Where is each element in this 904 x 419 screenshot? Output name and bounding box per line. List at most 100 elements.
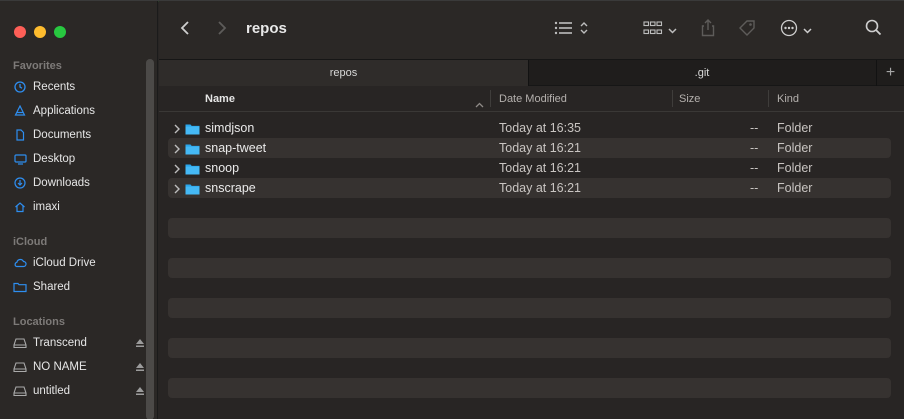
sidebar-item-applications[interactable]: Applications xyxy=(13,101,145,121)
drive-icon xyxy=(13,336,27,350)
sidebar-item-label: Desktop xyxy=(33,153,76,165)
file-name: simdjson xyxy=(205,121,255,135)
disclosure-triangle-icon[interactable] xyxy=(173,142,181,154)
table-row[interactable]: simdjson Today at 16:35 -- Folder xyxy=(168,118,891,138)
downloads-icon xyxy=(13,176,27,190)
sidebar-item-label: Shared xyxy=(33,281,71,293)
drive-icon xyxy=(13,360,27,374)
sidebar-item-label: imaxi xyxy=(33,201,60,213)
forward-button[interactable] xyxy=(214,1,230,59)
window-controls xyxy=(14,26,66,38)
new-tab-button[interactable]: + xyxy=(876,60,904,86)
file-kind: Folder xyxy=(777,141,813,155)
sidebar-item-untitled[interactable]: untitled xyxy=(13,381,145,401)
file-kind: Folder xyxy=(777,161,813,175)
tab-git[interactable]: .git xyxy=(529,60,875,86)
home-icon xyxy=(13,200,27,214)
desktop-icon xyxy=(13,152,27,166)
column-name[interactable]: Name xyxy=(205,86,235,111)
sidebar-item-transcend[interactable]: Transcend xyxy=(13,333,145,353)
column-kind-label: Kind xyxy=(777,92,800,105)
plus-icon: + xyxy=(885,64,896,81)
minimize-button[interactable] xyxy=(34,26,46,38)
sidebar-item-desktop[interactable]: Desktop xyxy=(13,149,145,169)
tab-label: repos xyxy=(329,67,358,79)
chevron-left-icon xyxy=(180,20,190,41)
list-view-icon xyxy=(554,21,574,40)
table-row[interactable]: snoop Today at 16:21 -- Folder xyxy=(168,158,891,178)
finder-window: Favorites Recents Applications Documents… xyxy=(0,0,904,419)
file-date: Today at 16:21 xyxy=(499,141,582,155)
drive-icon xyxy=(13,384,27,398)
sidebar-item-no-name[interactable]: NO NAME xyxy=(13,357,145,377)
sidebar-item-shared[interactable]: Shared xyxy=(13,277,145,297)
file-name: snscrape xyxy=(205,181,256,195)
sidebar-scrollbar[interactable] xyxy=(146,59,154,419)
shared-folder-icon xyxy=(13,280,27,294)
column-divider[interactable] xyxy=(768,90,769,107)
sidebar-section-locations: Locations xyxy=(13,316,65,328)
tag-button[interactable] xyxy=(735,1,759,59)
file-date: Today at 16:21 xyxy=(499,161,582,175)
table-row[interactable]: snap-tweet Today at 16:21 -- Folder xyxy=(168,138,891,158)
eject-icon[interactable] xyxy=(135,338,145,348)
sidebar-item-icloud-drive[interactable]: iCloud Drive xyxy=(13,253,145,273)
disclosure-triangle-icon[interactable] xyxy=(173,122,181,134)
column-size-label: Size xyxy=(679,92,701,105)
tag-icon xyxy=(737,18,757,43)
folder-icon xyxy=(185,182,200,195)
table-row[interactable]: snscrape Today at 16:21 -- Folder xyxy=(168,178,891,198)
sidebar-item-recents[interactable]: Recents xyxy=(13,77,145,97)
document-icon xyxy=(13,128,27,142)
toolbar: repos xyxy=(159,1,904,59)
file-size: -- xyxy=(750,181,759,195)
disclosure-triangle-icon[interactable] xyxy=(173,162,181,174)
close-button[interactable] xyxy=(14,26,26,38)
tab-repos[interactable]: repos xyxy=(159,60,528,86)
column-divider[interactable] xyxy=(490,90,491,107)
group-button[interactable] xyxy=(641,1,679,59)
sidebar-item-label: iCloud Drive xyxy=(33,257,96,269)
file-date: Today at 16:21 xyxy=(499,181,582,195)
applications-icon xyxy=(13,104,27,118)
sidebar-item-label: Documents xyxy=(33,129,92,141)
file-size: -- xyxy=(750,141,759,155)
column-date[interactable]: Date Modified xyxy=(499,86,567,111)
empty-row-stripe xyxy=(168,298,891,318)
file-kind: Folder xyxy=(777,121,813,135)
empty-row-stripe xyxy=(168,338,891,358)
sidebar-section-favorites: Favorites xyxy=(13,60,62,72)
column-date-label: Date Modified xyxy=(499,92,567,105)
eject-icon[interactable] xyxy=(135,386,145,396)
folder-icon xyxy=(185,162,200,175)
tab-label: .git xyxy=(694,67,710,79)
sidebar-item-label: Applications xyxy=(33,105,96,117)
column-size[interactable]: Size xyxy=(679,86,700,111)
file-name: snoop xyxy=(205,161,240,175)
eject-icon[interactable] xyxy=(135,362,145,372)
back-button[interactable] xyxy=(177,1,193,59)
sidebar-item-imaxi[interactable]: imaxi xyxy=(13,197,145,217)
share-button[interactable] xyxy=(697,1,719,59)
sidebar-item-label: NO NAME xyxy=(33,361,87,373)
disclosure-triangle-icon[interactable] xyxy=(173,182,181,194)
sidebar-item-documents[interactable]: Documents xyxy=(13,125,145,145)
zoom-button[interactable] xyxy=(54,26,66,38)
sidebar-section-icloud: iCloud xyxy=(13,236,48,248)
view-mode-button[interactable] xyxy=(551,1,591,59)
column-kind[interactable]: Kind xyxy=(777,86,799,111)
sort-chevron-icon xyxy=(475,95,484,113)
grid-icon xyxy=(643,20,663,40)
sidebar-item-label: untitled xyxy=(33,385,71,397)
more-actions-button[interactable] xyxy=(777,1,815,59)
cloud-icon xyxy=(13,256,27,270)
folder-icon xyxy=(185,142,200,155)
empty-row-stripe xyxy=(168,258,891,278)
search-button[interactable] xyxy=(862,1,884,59)
chevron-updown-icon xyxy=(580,21,588,40)
sidebar-item-downloads[interactable]: Downloads xyxy=(13,173,145,193)
folder-icon xyxy=(185,122,200,135)
column-divider[interactable] xyxy=(672,90,673,107)
chevron-down-icon xyxy=(803,21,812,39)
sidebar: Favorites Recents Applications Documents… xyxy=(0,1,158,419)
